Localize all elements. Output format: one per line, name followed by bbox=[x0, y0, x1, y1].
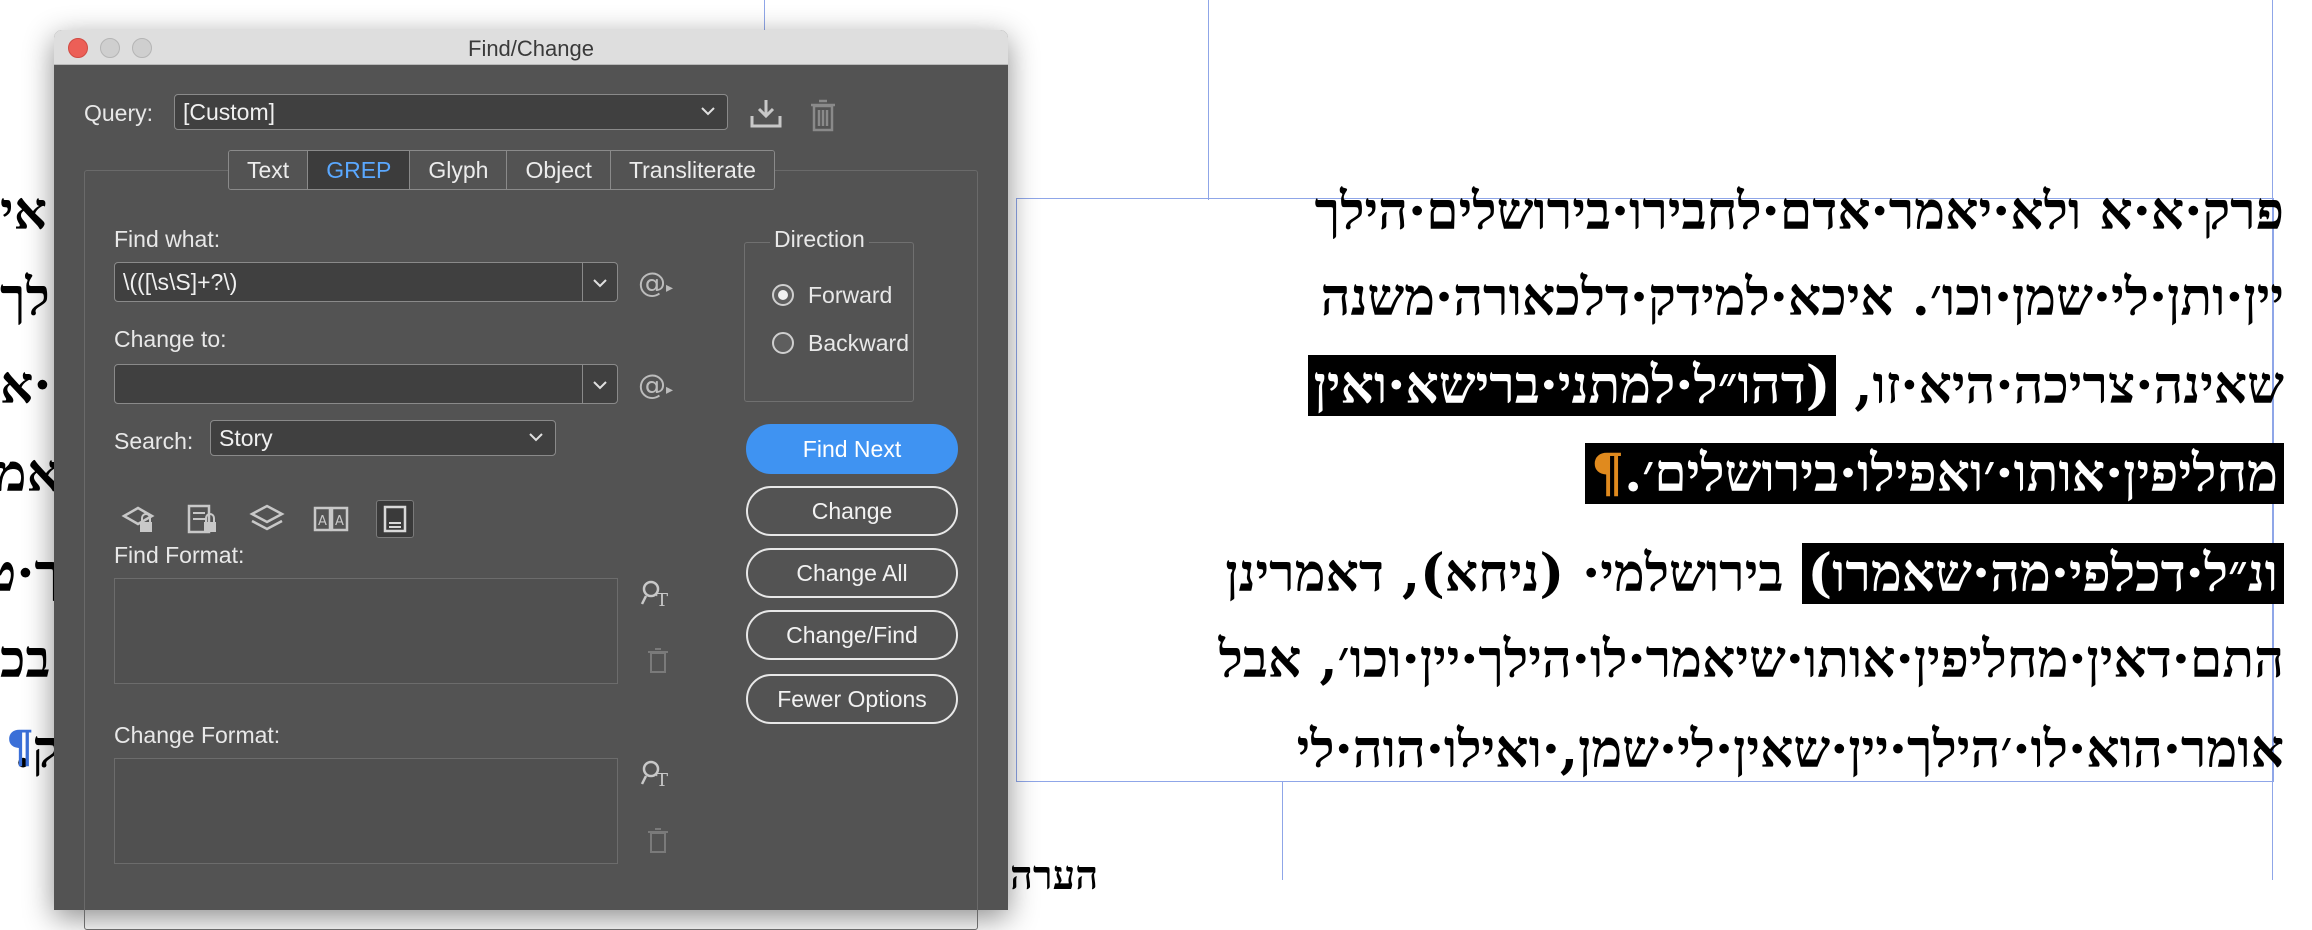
svg-text:T: T bbox=[656, 590, 668, 610]
text-highlight-content: מחליפין·אותו·׳ואפילו·בירושלים׳. bbox=[1624, 443, 2278, 504]
left-column-fragment: ·א bbox=[0, 355, 52, 416]
pilcrow-icon: ¶ bbox=[6, 722, 34, 773]
clear-change-format-icon[interactable] bbox=[646, 826, 670, 861]
query-value: [Custom] bbox=[183, 99, 276, 125]
find-next-button[interactable]: Find Next bbox=[746, 424, 958, 474]
left-column-fragment: ך·ט bbox=[0, 543, 60, 604]
search-scope-value: Story bbox=[219, 425, 273, 451]
query-label: Query: bbox=[84, 100, 154, 126]
fewer-options-button[interactable]: Fewer Options bbox=[746, 674, 958, 724]
direction-backward-label[interactable]: Backward bbox=[808, 330, 909, 357]
direction-forward-radio[interactable] bbox=[772, 284, 794, 306]
chevron-down-icon bbox=[701, 107, 715, 116]
find-format-box[interactable] bbox=[114, 578, 618, 684]
search-type-tabs: Text GREP Glyph Object Transliterate bbox=[228, 150, 775, 190]
include-locked-layers-icon[interactable] bbox=[120, 500, 158, 538]
include-locked-stories-icon[interactable] bbox=[184, 500, 222, 538]
direction-forward-label[interactable]: Forward bbox=[808, 282, 892, 309]
find-what-combo bbox=[114, 262, 618, 302]
left-column-fragment: אי bbox=[0, 181, 48, 242]
text-line-1[interactable]: פרק·א·א ולא·יאמר·אדם·לחבירו·בירושלים·היל… bbox=[1315, 178, 2284, 246]
find-what-history-button[interactable] bbox=[582, 263, 617, 301]
change-to-combo bbox=[114, 364, 618, 404]
dialog-titlebar[interactable]: Find/Change bbox=[54, 30, 1008, 65]
change-find-button[interactable]: Change/Find bbox=[746, 610, 958, 660]
pilcrow-icon: ¶ bbox=[1591, 443, 1625, 504]
specify-find-format-icon[interactable]: T bbox=[640, 578, 674, 617]
text-line-6[interactable]: התם·דאין·מחליפין·אותו·שיאמר·לו·הילך·יין·… bbox=[1219, 626, 2284, 694]
text-highlight: (דהו״ל·למתני·ברישא·ואין bbox=[1307, 355, 1837, 416]
include-hidden-layers-icon[interactable] bbox=[248, 500, 286, 538]
tab-object[interactable]: Object bbox=[507, 151, 611, 189]
text-highlight: מחליפין·אותו·׳ואפילו·בירושלים׳.¶ bbox=[1585, 443, 2284, 504]
left-column-fragment: בכ bbox=[0, 629, 51, 690]
include-footnotes-icon[interactable] bbox=[376, 500, 414, 538]
change-to-input[interactable] bbox=[115, 365, 581, 403]
change-format-label: Change Format: bbox=[114, 722, 281, 748]
tab-text[interactable]: Text bbox=[229, 151, 309, 189]
find-what-input[interactable] bbox=[115, 263, 581, 301]
special-characters-change-icon[interactable]: @▸ bbox=[638, 368, 673, 401]
search-label: Search: bbox=[114, 428, 194, 454]
text-line-3[interactable]: שאינה·צריכה·היא·זו, (דהו״ל·למתני·ברישא·ו… bbox=[1307, 352, 2284, 420]
delete-query-icon[interactable] bbox=[808, 98, 838, 132]
dialog-title: Find/Change bbox=[468, 36, 594, 61]
direction-backward-radio[interactable] bbox=[772, 332, 794, 354]
tab-grep[interactable]: GREP bbox=[308, 151, 411, 189]
specify-change-format-icon[interactable]: T bbox=[640, 758, 674, 797]
chevron-down-icon bbox=[593, 381, 607, 390]
clear-find-format-icon[interactable] bbox=[646, 646, 670, 681]
svg-text:T: T bbox=[656, 770, 668, 790]
chevron-down-icon bbox=[529, 433, 543, 442]
column-guide bbox=[1208, 0, 1209, 200]
direction-group bbox=[744, 242, 914, 402]
text-line-next-frame: הערה bbox=[1010, 852, 1099, 899]
save-query-icon[interactable] bbox=[748, 98, 784, 130]
text-line-4[interactable]: מחליפין·אותו·׳ואפילו·בירושלים׳.¶ bbox=[1585, 440, 2284, 508]
change-format-box[interactable] bbox=[114, 758, 618, 864]
text-line-5[interactable]: ונ״ל·דכלפי·מה·שאמרו) בירושלמי· (ניחא), ד… bbox=[1225, 540, 2284, 608]
left-column-fragment: אמ bbox=[0, 443, 60, 504]
chevron-down-icon bbox=[593, 279, 607, 288]
column-guide bbox=[764, 0, 765, 32]
special-characters-find-icon[interactable]: @▸ bbox=[638, 266, 673, 299]
find-format-label: Find Format: bbox=[114, 542, 245, 568]
change-button[interactable]: Change bbox=[746, 486, 958, 536]
tab-glyph[interactable]: Glyph bbox=[410, 151, 508, 189]
query-select[interactable]: [Custom] bbox=[174, 94, 728, 130]
find-change-dialog: Find/Change Query: [Custom] Text GREP Gl… bbox=[54, 30, 1008, 930]
search-scope-select[interactable]: Story bbox=[210, 420, 556, 456]
text-highlight: ונ״ל·דכלפי·מה·שאמרו) bbox=[1801, 543, 2284, 604]
text-plain: שאינה·צריכה·היא·זו, bbox=[1836, 355, 2284, 416]
column-guide bbox=[1282, 782, 1283, 880]
text-plain: בירושלמי· (ניחא), דאמרינן bbox=[1225, 543, 1802, 604]
text-line-2[interactable]: יין·ותן·לי·שמן·וכו׳. איכא·למידק·דלכאורה·… bbox=[1321, 264, 2284, 332]
left-column-fragment: לך bbox=[0, 267, 50, 328]
svg-text:A: A bbox=[335, 514, 344, 529]
find-what-label: Find what: bbox=[114, 226, 221, 252]
direction-label: Direction bbox=[770, 226, 869, 253]
tab-transliterate[interactable]: Transliterate bbox=[610, 151, 774, 189]
change-to-history-button[interactable] bbox=[582, 365, 617, 403]
include-master-pages-icon[interactable]: AA bbox=[312, 500, 350, 538]
text-line-7[interactable]: אומר·הוא·לו·׳הילך·יין·שאין·לי·שמן,·ואילו… bbox=[1297, 716, 2284, 784]
change-to-label: Change to: bbox=[114, 326, 227, 352]
svg-text:A: A bbox=[318, 514, 327, 529]
change-all-button[interactable]: Change All bbox=[746, 548, 958, 598]
